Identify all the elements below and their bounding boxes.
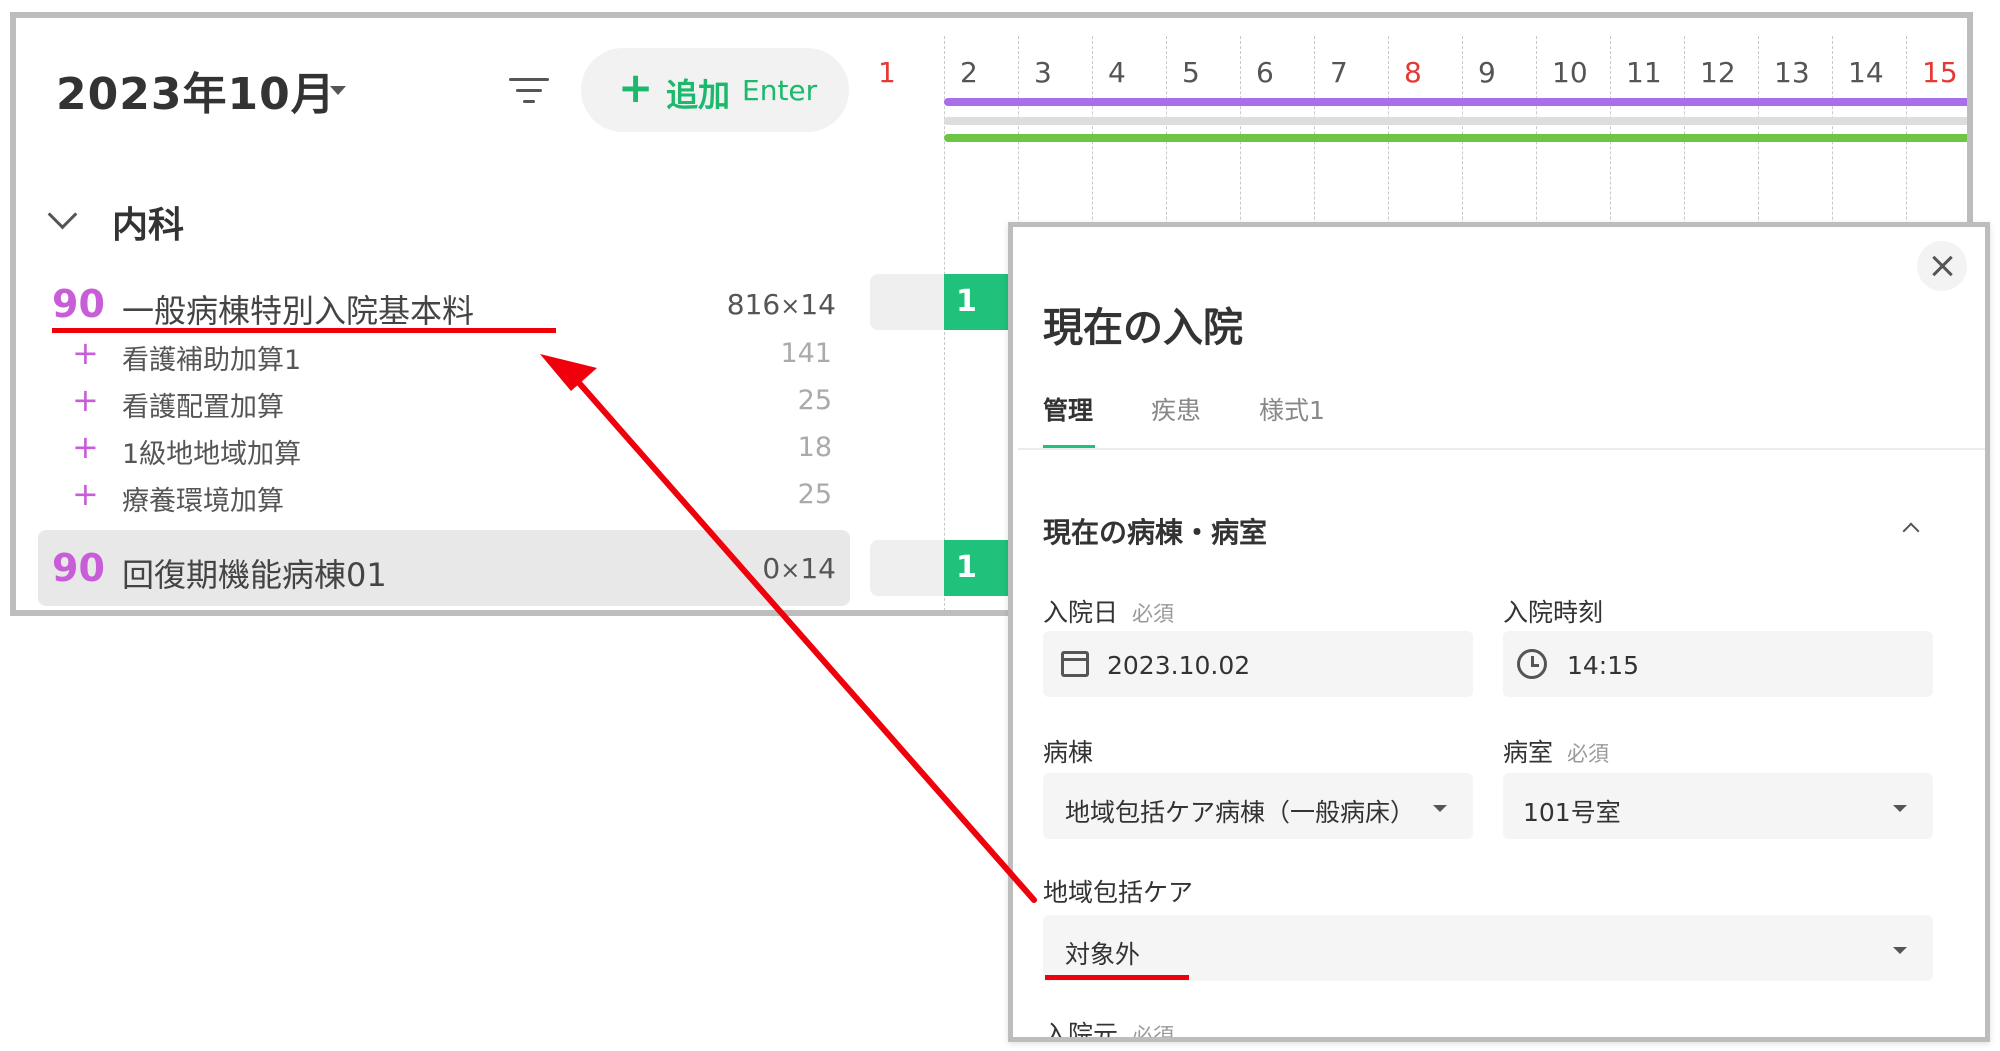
admission-date-label-text: 入院日 [1043,598,1119,627]
day-label: 13 [1774,56,1810,89]
day-label: 6 [1256,56,1274,89]
plus-icon: + [618,63,654,112]
ward-value: 地域包括ケア病棟（一般病床） [1065,798,1416,827]
row-points: 816×14 [706,288,836,321]
required-badge: 必須 [1567,742,1610,766]
day-label: 9 [1478,56,1496,89]
admission-time-label: 入院時刻 [1503,598,1604,627]
grey-period-bar[interactable] [944,117,1967,125]
ward-label: 病棟 [1043,738,1094,767]
addition-points: 25 [797,385,832,416]
room-label-text: 病室 [1503,738,1554,767]
row-cell-count[interactable]: 1 [944,540,1014,596]
day-label: 5 [1182,56,1200,89]
calendar-icon [1061,651,1089,677]
department-label[interactable]: 内科 [112,196,184,248]
close-icon[interactable] [1917,241,1967,291]
times-sign: × [780,556,801,584]
community-care-value: 対象外 [1065,940,1141,969]
clock-icon [1517,649,1547,679]
section-title: 現在の病棟・病室 [1043,516,1268,549]
day-label: 11 [1626,56,1662,89]
chevron-down-icon [1433,805,1447,812]
admission-time-value: 14:15 [1567,651,1640,680]
row-number: 90 [52,546,105,590]
admission-panel: 現在の入院 管理 疾患 様式1 現在の病棟・病室 入院日 必須 2023.10.0… [1008,222,1990,1042]
community-care-label: 地域包括ケア [1043,878,1194,907]
row-points-value: 0 [762,552,781,585]
tab-form1[interactable]: 様式1 [1259,391,1325,427]
add-button-label: 追加 [666,76,731,114]
day-label: 12 [1700,56,1736,89]
row-number: 90 [52,282,105,326]
tabs-divider [1018,448,1985,450]
row-points: 0×14 [706,552,836,585]
day-label: 14 [1848,56,1884,89]
row-cell-empty[interactable] [870,274,950,330]
admission-date-value: 2023.10.02 [1107,651,1251,680]
day-label: 8 [1404,56,1422,89]
add-button-shortcut: Enter [742,74,818,107]
addition-name[interactable]: 1級地地域加算 [122,432,301,471]
row-count: 14 [800,288,836,321]
month-title[interactable]: 2023年10月 [56,58,336,122]
room-value: 101号室 [1523,798,1621,827]
required-badge: 必須 [1132,1024,1175,1042]
annotation-underline [1045,975,1189,980]
purple-period-bar[interactable] [944,98,1967,106]
required-badge: 必須 [1132,602,1175,626]
day-label: 1 [878,56,896,89]
community-care-select[interactable] [1043,915,1933,981]
addition-plus-icon: + [72,334,99,372]
addition-name[interactable]: 看護補助加算1 [122,338,301,377]
admission-date-label: 入院日 必須 [1043,593,1174,629]
addition-points: 18 [797,432,832,463]
addition-name[interactable]: 看護配置加算 [122,385,284,424]
green-period-bar[interactable] [944,134,1967,142]
day-label: 2 [960,56,978,89]
day-label: 4 [1108,56,1126,89]
room-label: 病室 必須 [1503,733,1609,769]
day-label: 15 [1922,56,1958,89]
day-label: 3 [1034,56,1052,89]
row-cell-count[interactable]: 1 [944,274,1014,330]
chevron-down-icon [1893,947,1907,954]
row-name[interactable]: 一般病棟特別入院基本料 [122,286,474,332]
addition-points: 141 [780,338,832,369]
panel-title: 現在の入院 [1043,305,1243,351]
tab-management[interactable]: 管理 [1043,391,1093,427]
row-cell-empty[interactable] [870,540,950,596]
row-count: 14 [800,552,836,585]
times-sign: × [780,292,801,320]
admission-source-label: 入院元 必須 [1043,1015,1175,1042]
admission-source-label-text: 入院元 [1043,1020,1119,1042]
tab-disease[interactable]: 疾患 [1151,391,1201,427]
day-label: 10 [1552,56,1588,89]
filter-icon[interactable] [509,76,549,106]
addition-points: 25 [797,479,832,510]
collapse-chevron-icon[interactable] [47,199,78,230]
month-dropdown-caret-icon[interactable] [330,86,346,95]
day-label: 7 [1330,56,1348,89]
addition-plus-icon: + [72,428,99,466]
chevron-down-icon [1893,805,1907,812]
addition-plus-icon: + [72,475,99,513]
row-points-value: 816 [726,288,781,321]
addition-name[interactable]: 療養環境加算 [122,479,284,518]
row-name[interactable]: 回復期機能病棟01 [122,550,387,596]
chevron-up-icon[interactable] [1902,522,1920,540]
addition-plus-icon: + [72,381,99,419]
annotation-underline [52,328,556,333]
